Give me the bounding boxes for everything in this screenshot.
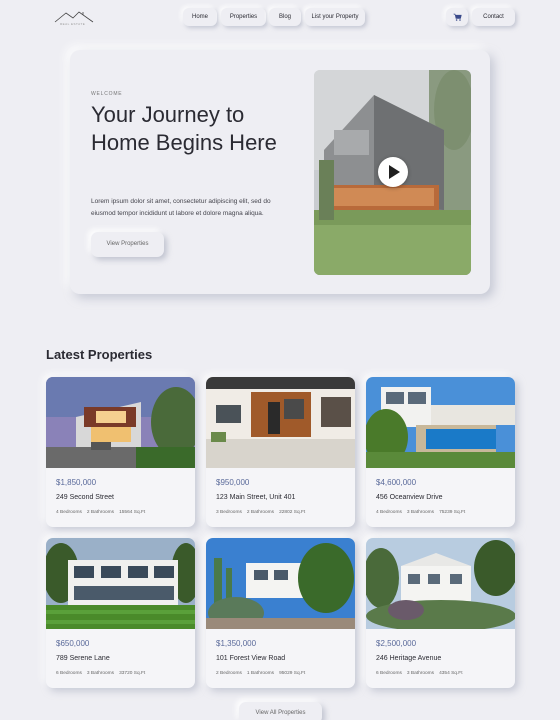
property-image	[206, 538, 355, 629]
property-specs: 4 Bedrooms 3 Bathrooms 75239 Sq.Ft	[376, 510, 470, 515]
hero-eyebrow: WELCOME	[91, 91, 123, 97]
property-price: $1,350,000	[216, 639, 257, 648]
property-card[interactable]: $1,850,000 249 Second Street 4 Bedrooms 2…	[46, 377, 195, 527]
property-image	[366, 377, 515, 468]
property-bedrooms: 6 Bedrooms	[376, 671, 402, 676]
property-image	[46, 538, 195, 629]
nav-list-your-property[interactable]: List your Property	[305, 8, 365, 26]
property-price: $4,600,000	[376, 478, 417, 487]
property-specs: 6 Bedrooms 3 Bathrooms 33720 Sq.Ft	[56, 671, 150, 676]
property-bathrooms: 3 Bathrooms	[406, 671, 435, 676]
property-price: $950,000	[216, 478, 250, 487]
latest-properties-heading: Latest Properties	[46, 347, 153, 362]
property-bathrooms: 3 Bathrooms	[86, 671, 115, 676]
logo-text: REAL ESTATE	[60, 22, 86, 26]
nav-properties[interactable]: Properties	[221, 8, 266, 26]
property-bathrooms: 1 Bathrooms	[246, 671, 275, 676]
property-card[interactable]: $2,500,000 246 Heritage Avenue 6 Bedroom…	[366, 538, 515, 688]
property-address: 101 Forest View Road	[216, 655, 286, 662]
top-navigation: REAL ESTATE Home Properties Blog List yo…	[0, 0, 560, 36]
property-image	[366, 538, 515, 629]
property-price: $650,000	[56, 639, 90, 648]
property-address: 456 Oceanview Drive	[376, 494, 443, 501]
property-address: 789 Serene Lane	[56, 655, 110, 662]
view-all-properties-button[interactable]: View All Properties	[239, 702, 322, 720]
house-roof-logo-icon	[54, 11, 94, 23]
property-area: 95029 Sq.Ft	[279, 671, 306, 676]
property-area: 33720 Sq.Ft	[119, 671, 146, 676]
property-card[interactable]: $950,000 123 Main Street, Unit 401 3 Bed…	[206, 377, 355, 527]
property-bedrooms: 3 Bedrooms	[216, 510, 242, 515]
property-address: 246 Heritage Avenue	[376, 655, 442, 662]
property-area: 75239 Sq.Ft	[439, 510, 466, 515]
property-bedrooms: 4 Bedrooms	[376, 510, 402, 515]
property-area: 15564 Sq.Ft	[119, 510, 146, 515]
property-bedrooms: 4 Bedrooms	[56, 510, 82, 515]
hero-video-thumbnail[interactable]	[314, 70, 471, 275]
property-card[interactable]: $1,350,000 101 Forest View Road 2 Bedroo…	[206, 538, 355, 688]
property-bathrooms: 3 Bathrooms	[406, 510, 435, 515]
property-card[interactable]: $4,600,000 456 Oceanview Drive 4 Bedroom…	[366, 377, 515, 527]
play-icon	[389, 165, 400, 179]
property-address: 249 Second Street	[56, 494, 114, 501]
property-area: 22802 Sq.Ft	[279, 510, 306, 515]
property-bathrooms: 2 Bathrooms	[86, 510, 115, 515]
property-price: $1,850,000	[56, 478, 97, 487]
property-specs: 3 Bedrooms 2 Bathrooms 22802 Sq.Ft	[216, 510, 310, 515]
play-button[interactable]	[378, 157, 408, 187]
property-bedrooms: 2 Bedrooms	[216, 671, 242, 676]
cart-icon	[453, 13, 462, 21]
nav-home[interactable]: Home	[183, 8, 217, 26]
property-specs: 4 Bedrooms 2 Bathrooms 15564 Sq.Ft	[56, 510, 150, 515]
contact-button[interactable]: Contact	[472, 8, 515, 26]
property-specs: 6 Bedrooms 3 Bathrooms 4354 Sq.Ft	[376, 671, 468, 676]
property-bathrooms: 2 Bathrooms	[246, 510, 275, 515]
site-logo[interactable]: REAL ESTATE	[54, 9, 94, 27]
property-specs: 2 Bedrooms 1 Bathrooms 95029 Sq.Ft	[216, 671, 310, 676]
property-bedrooms: 6 Bedrooms	[56, 671, 82, 676]
property-image	[206, 377, 355, 468]
hero-title: Your Journey to Home Begins Here	[91, 102, 277, 155]
nav-blog[interactable]: Blog	[269, 8, 301, 26]
cart-button[interactable]	[446, 8, 468, 26]
property-area: 4354 Sq.Ft	[439, 671, 463, 676]
property-price: $2,500,000	[376, 639, 417, 648]
property-address: 123 Main Street, Unit 401	[216, 494, 296, 501]
view-properties-button[interactable]: View Properties	[91, 232, 164, 257]
hero-description: Lorem ipsum dolor sit amet, consectetur …	[91, 198, 271, 217]
property-image	[46, 377, 195, 468]
hero-card: WELCOME Your Journey to Home Begins Here…	[70, 50, 490, 294]
property-card[interactable]: $650,000 789 Serene Lane 6 Bedrooms 3 Bat…	[46, 538, 195, 688]
